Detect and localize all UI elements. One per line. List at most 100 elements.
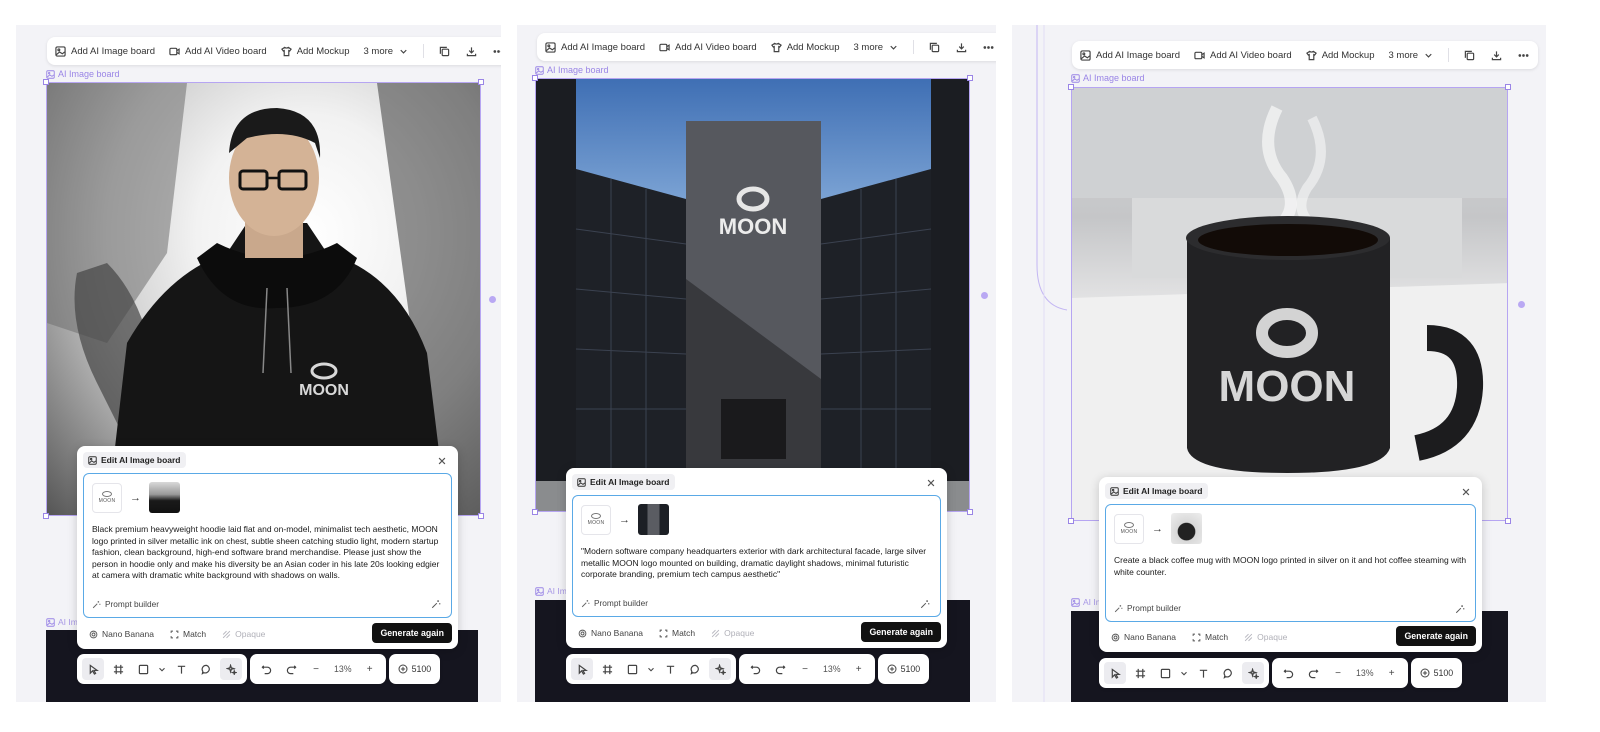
- model-selector[interactable]: Nano Banana: [1111, 632, 1176, 642]
- shape-dropdown[interactable]: [646, 658, 656, 680]
- generate-again-button[interactable]: Generate again: [861, 622, 941, 642]
- add-mockup-button[interactable]: Add Mockup: [771, 42, 840, 53]
- add-ai-image-board-button[interactable]: Add AI Image board: [55, 46, 155, 57]
- undo-button[interactable]: [744, 658, 766, 680]
- comment-tool[interactable]: [684, 658, 706, 680]
- shape-dropdown[interactable]: [1179, 662, 1189, 684]
- frame-tool[interactable]: [107, 658, 129, 680]
- prompt-builder-button[interactable]: Prompt builder: [581, 598, 648, 608]
- result-thumbnail[interactable]: [149, 482, 180, 513]
- more-options-dropdown[interactable]: 3 more: [1389, 50, 1435, 61]
- zoom-in-button[interactable]: +: [848, 658, 870, 680]
- ai-tool[interactable]: [220, 658, 242, 680]
- generate-again-button[interactable]: Generate again: [1396, 626, 1476, 646]
- more-actions-button[interactable]: [982, 41, 995, 54]
- match-option[interactable]: Match: [170, 629, 206, 639]
- resize-handle[interactable]: [1068, 84, 1074, 90]
- close-dialog-button[interactable]: [437, 453, 449, 465]
- canvas-panel-2[interactable]: Add AI Image board Add AI Video board Ad…: [517, 25, 996, 702]
- prompt-editor[interactable]: MOON → Create a black coffee mug with MO…: [1105, 504, 1476, 622]
- resize-handle[interactable]: [478, 79, 484, 85]
- opaque-option[interactable]: Opaque: [1244, 632, 1287, 642]
- duplicate-button[interactable]: [928, 41, 941, 54]
- text-tool[interactable]: [1192, 662, 1214, 684]
- credits-display[interactable]: 5100: [883, 664, 925, 674]
- generate-again-button[interactable]: Generate again: [372, 623, 452, 643]
- resize-handle[interactable]: [1068, 518, 1074, 524]
- more-options-dropdown[interactable]: 3 more: [364, 46, 410, 57]
- add-ai-video-board-button[interactable]: Add AI Video board: [169, 46, 267, 57]
- match-option[interactable]: Match: [1192, 632, 1228, 642]
- zoom-in-button[interactable]: +: [359, 658, 381, 680]
- comment-tool[interactable]: [1217, 662, 1239, 684]
- redo-button[interactable]: [280, 658, 302, 680]
- credits-group[interactable]: 5100: [877, 654, 930, 684]
- undo-button[interactable]: [255, 658, 277, 680]
- duplicate-button[interactable]: [1463, 49, 1476, 62]
- connector-dot[interactable]: [489, 296, 496, 303]
- ai-tool[interactable]: [1242, 662, 1264, 684]
- shape-tool[interactable]: [621, 658, 643, 680]
- logo-reference-thumbnail[interactable]: MOON: [92, 482, 122, 513]
- canvas-panel-1[interactable]: Add AI Image board Add AI Video board Ad…: [16, 25, 501, 702]
- connector-dot[interactable]: [981, 292, 988, 299]
- text-tool[interactable]: [659, 658, 681, 680]
- add-ai-image-board-button[interactable]: Add AI Image board: [545, 42, 645, 53]
- resize-handle[interactable]: [967, 509, 973, 515]
- match-option[interactable]: Match: [659, 628, 695, 638]
- enhance-prompt-button[interactable]: [1455, 601, 1465, 611]
- text-tool[interactable]: [170, 658, 192, 680]
- more-actions-button[interactable]: [1517, 49, 1530, 62]
- prompt-builder-button[interactable]: Prompt builder: [1114, 603, 1181, 613]
- credits-group[interactable]: 5100: [388, 654, 441, 684]
- resize-handle[interactable]: [43, 513, 49, 519]
- add-mockup-button[interactable]: Add Mockup: [281, 46, 350, 57]
- add-ai-video-board-button[interactable]: Add AI Video board: [659, 42, 757, 53]
- resize-handle[interactable]: [1505, 518, 1511, 524]
- resize-handle[interactable]: [478, 513, 484, 519]
- add-mockup-button[interactable]: Add Mockup: [1306, 50, 1375, 61]
- more-actions-button[interactable]: [492, 45, 501, 58]
- close-dialog-button[interactable]: [926, 475, 938, 487]
- canvas-panel-3[interactable]: Add AI Image board Add AI Video board Ad…: [1012, 25, 1546, 702]
- download-button[interactable]: [1490, 49, 1503, 62]
- enhance-prompt-button[interactable]: [431, 596, 441, 606]
- prompt-editor[interactable]: MOON → Black premium heavyweight hoodie …: [83, 473, 452, 618]
- result-thumbnail[interactable]: [638, 504, 669, 535]
- download-button[interactable]: [465, 45, 478, 58]
- credits-display[interactable]: 5100: [1416, 668, 1458, 678]
- redo-button[interactable]: [769, 658, 791, 680]
- resize-handle[interactable]: [43, 79, 49, 85]
- shape-dropdown[interactable]: [157, 658, 167, 680]
- prompt-text[interactable]: "Modern software company headquarters ex…: [581, 546, 932, 581]
- resize-handle[interactable]: [532, 75, 538, 81]
- undo-button[interactable]: [1277, 662, 1299, 684]
- zoom-out-button[interactable]: −: [1327, 662, 1349, 684]
- ai-image-board-headquarters[interactable]: MOON: [535, 78, 970, 512]
- zoom-in-button[interactable]: +: [1381, 662, 1403, 684]
- model-selector[interactable]: Nano Banana: [89, 629, 154, 639]
- comment-tool[interactable]: [195, 658, 217, 680]
- select-tool[interactable]: [1104, 662, 1126, 684]
- select-tool[interactable]: [571, 658, 593, 680]
- credits-display[interactable]: 5100: [394, 664, 436, 674]
- shape-tool[interactable]: [132, 658, 154, 680]
- result-thumbnail[interactable]: [1171, 513, 1202, 544]
- logo-reference-thumbnail[interactable]: MOON: [581, 504, 611, 535]
- opaque-option[interactable]: Opaque: [222, 629, 265, 639]
- zoom-out-button[interactable]: −: [794, 658, 816, 680]
- resize-handle[interactable]: [532, 509, 538, 515]
- ai-image-board-mug[interactable]: MOON: [1071, 87, 1508, 521]
- close-dialog-button[interactable]: [1461, 484, 1473, 496]
- shape-tool[interactable]: [1154, 662, 1176, 684]
- zoom-out-button[interactable]: −: [305, 658, 327, 680]
- prompt-text[interactable]: Black premium heavyweight hoodie laid fl…: [92, 524, 443, 582]
- frame-tool[interactable]: [1129, 662, 1151, 684]
- duplicate-button[interactable]: [438, 45, 451, 58]
- frame-tool[interactable]: [596, 658, 618, 680]
- opaque-option[interactable]: Opaque: [711, 628, 754, 638]
- prompt-editor[interactable]: MOON → "Modern software company headquar…: [572, 495, 941, 617]
- prompt-text[interactable]: Create a black coffee mug with MOON logo…: [1114, 555, 1467, 578]
- enhance-prompt-button[interactable]: [920, 596, 930, 606]
- ai-tool[interactable]: [709, 658, 731, 680]
